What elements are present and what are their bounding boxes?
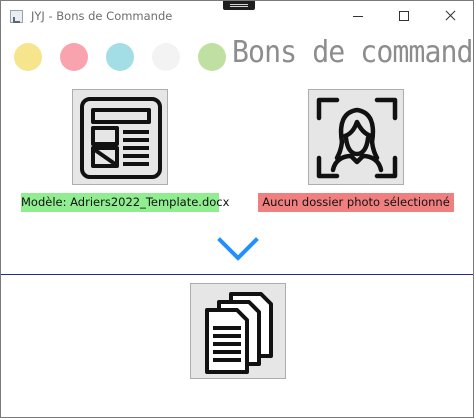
green-dot (198, 43, 226, 71)
title-bar[interactable]: JYJ - Bons de Commande (1, 1, 473, 31)
app-icon (10, 10, 23, 23)
maximize-button[interactable] (381, 1, 427, 31)
window-title: JYJ - Bons de Commande (31, 9, 173, 23)
minimize-button[interactable] (335, 1, 381, 31)
documents-stack-icon (205, 292, 273, 374)
face-scan-icon (316, 97, 398, 179)
blue-dot (106, 43, 134, 71)
yellow-dot (14, 43, 42, 71)
white-dot (152, 43, 180, 71)
app-window: JYJ - Bons de Commande Bons de commande (0, 0, 474, 418)
chevron-down-icon (217, 237, 259, 261)
template-label: Modèle: Adriers2022_Template.docx (21, 193, 229, 212)
close-button[interactable] (427, 1, 473, 31)
snap-grip[interactable] (223, 1, 255, 10)
document-layout-icon (80, 97, 162, 179)
divider (1, 274, 473, 275)
red-dot (60, 43, 88, 71)
select-template-button[interactable] (72, 89, 168, 185)
minimize-icon (353, 16, 363, 17)
maximize-icon (399, 11, 409, 21)
photo-folder-label: Aucun dossier photo sélectionné (258, 193, 454, 212)
select-photo-folder-button[interactable] (308, 89, 404, 185)
generate-documents-button[interactable] (190, 283, 286, 379)
header-title: Bons de commande (232, 35, 474, 70)
